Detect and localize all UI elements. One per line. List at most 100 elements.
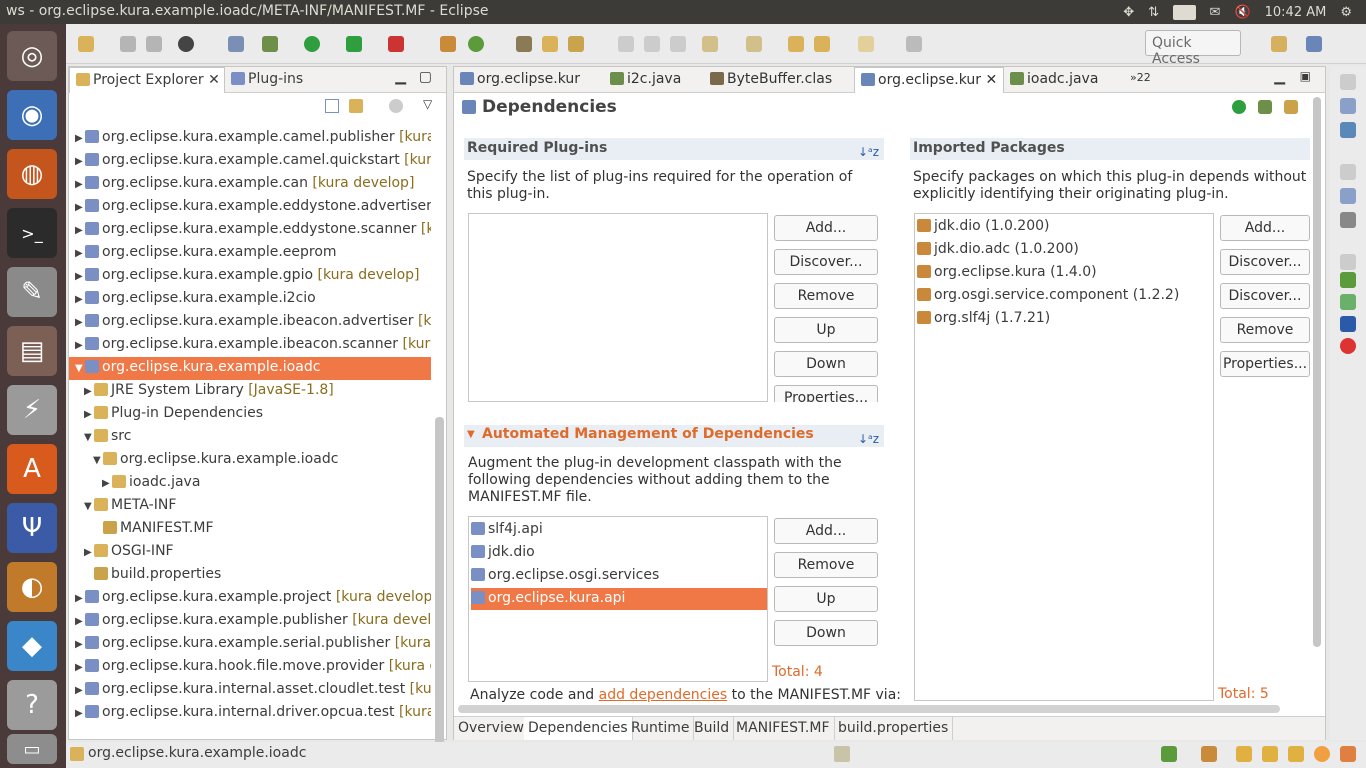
required-discover-button[interactable]: Discover... xyxy=(774,249,878,275)
run-icon[interactable] xyxy=(304,36,320,52)
outline-icon[interactable] xyxy=(1340,98,1356,114)
automated-dependencies-list[interactable]: slf4j.api jdk.dio org.eclipse.osgi.service… xyxy=(468,516,768,682)
focus-icon[interactable] xyxy=(389,99,403,113)
tab-editor-3[interactable]: ByteBuffer.clas xyxy=(704,67,854,93)
imported-discover-button-2[interactable]: Discover... xyxy=(1220,283,1310,309)
list-item[interactable]: org.eclipse.kura.api xyxy=(471,588,767,610)
close-icon[interactable]: ✕ xyxy=(208,72,220,88)
tree-item[interactable]: ▶ JRE System Library [JavaSE-1.8] xyxy=(69,380,431,403)
tree-item[interactable]: ▶ org.eclipse.kura.example.project [kura … xyxy=(69,587,431,610)
chrome-icon[interactable]: ◉ xyxy=(7,90,57,140)
automated-add-button[interactable]: Add... xyxy=(774,518,878,544)
java-status-icon[interactable] xyxy=(834,746,850,762)
explorer-scrollbar[interactable] xyxy=(435,417,444,767)
collapsed-arrow-icon[interactable]: ▶ xyxy=(75,593,85,604)
coverage-icon[interactable] xyxy=(346,36,362,52)
block-selection-icon[interactable] xyxy=(644,36,660,52)
debug-icon[interactable] xyxy=(1258,100,1272,114)
list-item[interactable]: jdk.dio.adc (1.0.200) xyxy=(917,239,1079,261)
tree-item[interactable]: ▶ org.eclipse.kura.internal.driver.opcua.… xyxy=(69,702,431,725)
expanded-arrow-icon[interactable]: ▼ xyxy=(75,363,85,374)
dropbox-tray-icon[interactable]: ✥ xyxy=(1123,5,1134,20)
save-icon[interactable] xyxy=(120,36,136,52)
list-item[interactable]: slf4j.api xyxy=(471,519,767,541)
external-tools-icon[interactable] xyxy=(388,36,404,52)
tree-item[interactable]: ▶ ioadc.java xyxy=(69,472,431,495)
tree-item[interactable]: ▶ org.eclipse.kura.hook.file.move.provide… xyxy=(69,656,431,679)
tab-manifest-mf[interactable]: MANIFEST.MF xyxy=(732,717,835,740)
list-item[interactable]: org.slf4j (1.7.21) xyxy=(917,308,1050,330)
tree-item[interactable]: build.properties xyxy=(69,564,431,587)
dropbox-icon[interactable]: ◆ xyxy=(7,621,57,671)
view-menu-icon[interactable]: ▽ xyxy=(423,97,432,111)
imported-properties-button[interactable]: Properties... xyxy=(1220,351,1310,377)
marketplace-icon[interactable] xyxy=(1340,746,1356,762)
required-down-button[interactable]: Down xyxy=(774,351,878,377)
expanded-arrow-icon[interactable]: ▼ xyxy=(84,501,94,512)
export-icon[interactable] xyxy=(1284,100,1298,114)
tab-build[interactable]: Build xyxy=(690,717,735,740)
tree-item[interactable]: ▶ org.eclipse.kura.example.camel.quicksta… xyxy=(69,150,431,173)
firefox-icon[interactable]: ◍ xyxy=(7,149,57,199)
run-icon[interactable] xyxy=(1232,100,1246,114)
collapsed-arrow-icon[interactable]: ▶ xyxy=(84,409,94,420)
collapsed-arrow-icon[interactable]: ▶ xyxy=(84,386,94,397)
tree-item[interactable]: MANIFEST.MF xyxy=(69,518,431,541)
wand-icon[interactable] xyxy=(1288,746,1304,762)
tree-item[interactable]: ▼ META-INF xyxy=(69,495,431,518)
tree-item[interactable]: ▶ org.eclipse.kura.example.eddystone.adve… xyxy=(69,196,431,219)
tree-item[interactable]: ▼ org.eclipse.kura.example.ioadc xyxy=(69,449,431,472)
system-settings-icon[interactable]: ⚡ xyxy=(7,385,57,435)
toggle-mark-occurrences-icon[interactable] xyxy=(618,36,634,52)
tree-item[interactable]: ▶ OSGI-INF xyxy=(69,541,431,564)
list-item[interactable]: org.eclipse.kura (1.4.0) xyxy=(917,262,1097,284)
required-plugins-list[interactable] xyxy=(468,213,768,402)
list-item[interactable]: org.osgi.service.component (1.2.2) xyxy=(917,285,1179,307)
collapsed-arrow-icon[interactable]: ▶ xyxy=(75,294,85,305)
pin-editor-icon[interactable] xyxy=(906,36,922,52)
java-perspective-icon[interactable] xyxy=(1306,36,1322,52)
tree-item[interactable]: ▶ org.eclipse.kura.example.ibeacon.scanne… xyxy=(69,334,431,357)
collapsed-arrow-icon[interactable]: ▶ xyxy=(75,317,85,328)
collapsed-arrow-icon[interactable]: ▶ xyxy=(75,340,85,351)
open-type-icon[interactable] xyxy=(516,36,532,52)
collapsed-arrow-icon[interactable]: ▶ xyxy=(75,248,85,259)
sort-icon[interactable]: ↓ᵃz xyxy=(858,145,879,159)
collapsed-arrow-icon[interactable]: ▶ xyxy=(75,685,85,696)
terminal-icon[interactable]: >_ xyxy=(7,208,57,258)
required-add-button[interactable]: Add... xyxy=(774,215,878,241)
collapsed-arrow-icon[interactable]: ▶ xyxy=(75,271,85,282)
mail-icon[interactable]: ✉ xyxy=(1210,5,1221,20)
collapsed-arrow-icon[interactable]: ▶ xyxy=(75,202,85,213)
imported-packages-list[interactable]: jdk.dio (1.0.200) jdk.dio.adc (1.0.200) or… xyxy=(914,213,1214,701)
restore-icon[interactable] xyxy=(1340,164,1356,180)
imported-add-button[interactable]: Add... xyxy=(1220,215,1310,241)
collapsed-arrow-icon[interactable]: ▶ xyxy=(75,179,85,190)
show-whitespace-icon[interactable] xyxy=(670,36,686,52)
progress-icon[interactable] xyxy=(1340,294,1356,310)
save-all-icon[interactable] xyxy=(146,36,162,52)
tree-item[interactable]: ▶ org.eclipse.kura.example.eeprom xyxy=(69,242,431,265)
power-gear-icon[interactable]: ⚙ xyxy=(1340,5,1352,20)
close-icon[interactable]: ✕ xyxy=(986,72,998,88)
minimize-icon[interactable]: ▁ xyxy=(395,69,406,85)
console-icon[interactable] xyxy=(1340,316,1356,332)
new-java-package-icon[interactable] xyxy=(440,36,456,52)
add-dependencies-link[interactable]: add dependencies xyxy=(599,687,728,703)
sync-icon[interactable] xyxy=(1161,746,1177,762)
volume-icon[interactable]: 🔇 xyxy=(1234,5,1250,20)
tab-editor-1[interactable]: org.eclipse.kur xyxy=(454,67,604,93)
required-remove-button[interactable]: Remove xyxy=(774,283,878,309)
tree-item[interactable]: ▼ org.eclipse.kura.example.ioadc xyxy=(69,357,431,380)
automated-remove-button[interactable]: Remove xyxy=(774,552,878,578)
network-icon[interactable]: ⇅ xyxy=(1148,5,1159,20)
eclipse-icon[interactable]: Ψ xyxy=(7,503,57,553)
tab-editor-4[interactable]: org.eclipse.kur ✕ xyxy=(854,67,1004,93)
automated-up-button[interactable]: Up xyxy=(774,586,878,612)
gimp-icon[interactable]: ◐ xyxy=(7,562,57,612)
open-folder-icon[interactable] xyxy=(542,36,558,52)
collapse-all-icon[interactable] xyxy=(325,99,339,113)
list-item[interactable]: jdk.dio xyxy=(471,542,767,564)
tips-icon[interactable] xyxy=(1262,746,1278,762)
list-item[interactable]: org.eclipse.osgi.services xyxy=(471,565,767,587)
